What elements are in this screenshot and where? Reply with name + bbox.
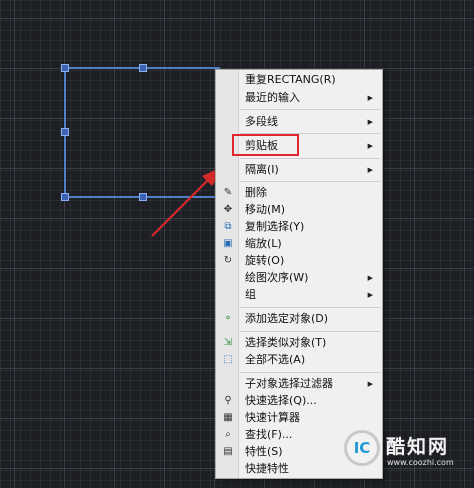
menu-item-move[interactable]: ✥ 移动(M) bbox=[216, 202, 382, 218]
menu-item-quick-calculator[interactable]: ▦ 快速计算器 bbox=[216, 410, 382, 426]
select-similar-icon: ⇲ bbox=[223, 337, 233, 348]
menu-item-group[interactable]: 组 ▶ bbox=[216, 287, 382, 303]
submenu-arrow-icon: ▶ bbox=[367, 274, 373, 282]
menu-item-erase[interactable]: ✎ 删除 bbox=[216, 185, 382, 201]
menu-item-label: 隔离(I) bbox=[245, 163, 279, 176]
menu-item-isolate[interactable]: 隔离(I) ▶ bbox=[216, 162, 382, 178]
menu-item-label: 快速选择(Q)... bbox=[245, 394, 317, 407]
menu-item-recent-input[interactable]: 最近的输入 ▶ bbox=[216, 90, 382, 106]
menu-item-scale[interactable]: ▣ 缩放(L) bbox=[216, 236, 382, 252]
menu-item-select-similar[interactable]: ⇲ 选择类似对象(T) bbox=[216, 335, 382, 351]
add-selected-icon: ⚬ bbox=[223, 313, 233, 324]
menu-separator bbox=[240, 181, 380, 182]
menu-item-copy-selection[interactable]: ⧉ 复制选择(Y) bbox=[216, 219, 382, 235]
copy-icon: ⧉ bbox=[224, 221, 232, 232]
watermark-name: 酷知网 bbox=[386, 436, 450, 458]
menu-item-polyline[interactable]: 多段线 ▶ bbox=[216, 114, 382, 130]
watermark-logo: IC bbox=[344, 430, 380, 466]
submenu-arrow-icon: ▶ bbox=[367, 118, 373, 126]
menu-item-subobject-filter[interactable]: 子对象选择过滤器 ▶ bbox=[216, 376, 382, 392]
calculator-icon: ▦ bbox=[223, 412, 233, 423]
menu-item-rotate[interactable]: ↻ 旋转(O) bbox=[216, 253, 382, 269]
menu-item-draw-order[interactable]: 绘图次序(W) ▶ bbox=[216, 270, 382, 286]
menu-item-deselect-all[interactable]: ⬚ 全部不选(A) bbox=[216, 352, 382, 368]
menu-item-quick-select[interactable]: ⚲ 快速选择(Q)... bbox=[216, 393, 382, 409]
menu-separator bbox=[240, 372, 380, 373]
submenu-arrow-icon: ▶ bbox=[367, 94, 373, 102]
menu-separator bbox=[240, 109, 380, 110]
properties-icon: ▤ bbox=[223, 446, 233, 457]
menu-item-label: 特性(S) bbox=[245, 445, 283, 458]
menu-item-repeat-rectang[interactable]: 重复RECTANG(R) bbox=[216, 72, 382, 88]
menu-item-label: 移动(M) bbox=[245, 203, 286, 216]
menu-item-label: 快速计算器 bbox=[245, 411, 300, 424]
menu-item-label: 快捷特性 bbox=[245, 462, 289, 475]
menu-item-label: 缩放(L) bbox=[245, 237, 282, 250]
menu-item-label: 多段线 bbox=[245, 115, 278, 128]
submenu-arrow-icon: ▶ bbox=[367, 291, 373, 299]
scale-icon: ▣ bbox=[223, 238, 233, 249]
menu-item-label: 添加选定对象(D) bbox=[245, 312, 329, 325]
quick-select-icon: ⚲ bbox=[224, 395, 232, 406]
menu-item-label: 重复RECTANG(R) bbox=[245, 73, 336, 86]
eraser-icon: ✎ bbox=[223, 187, 233, 198]
watermark-url: www.coozhi.com bbox=[387, 458, 454, 467]
menu-separator bbox=[240, 307, 380, 308]
move-icon: ✥ bbox=[223, 204, 233, 215]
menu-item-label: 查找(F)... bbox=[245, 428, 293, 441]
menu-item-label: 绘图次序(W) bbox=[245, 271, 309, 284]
find-icon: ⌕ bbox=[225, 429, 231, 440]
menu-item-label: 组 bbox=[245, 288, 256, 301]
menu-item-label: 删除 bbox=[245, 186, 267, 199]
context-menu: 重复RECTANG(R) 最近的输入 ▶ 多段线 ▶ 剪贴板 ▶ 隔离(I) ▶… bbox=[215, 69, 383, 479]
deselect-icon: ⬚ bbox=[223, 354, 233, 365]
clipboard-highlight-box bbox=[232, 134, 299, 156]
menu-item-label: 复制选择(Y) bbox=[245, 220, 305, 233]
menu-item-add-selected[interactable]: ⚬ 添加选定对象(D) bbox=[216, 311, 382, 327]
menu-separator bbox=[240, 331, 380, 332]
menu-item-label: 旋转(O) bbox=[245, 254, 285, 267]
rotate-icon: ↻ bbox=[223, 255, 233, 266]
menu-item-label: 全部不选(A) bbox=[245, 353, 306, 366]
menu-separator bbox=[240, 158, 380, 159]
menu-item-label: 选择类似对象(T) bbox=[245, 336, 327, 349]
menu-item-label: 最近的输入 bbox=[245, 91, 300, 104]
submenu-arrow-icon: ▶ bbox=[367, 380, 373, 388]
menu-item-label: 子对象选择过滤器 bbox=[245, 377, 333, 390]
watermark: IC 酷知网 www.coozhi.com bbox=[340, 426, 468, 484]
submenu-arrow-icon: ▶ bbox=[367, 142, 373, 150]
submenu-arrow-icon: ▶ bbox=[367, 166, 373, 174]
